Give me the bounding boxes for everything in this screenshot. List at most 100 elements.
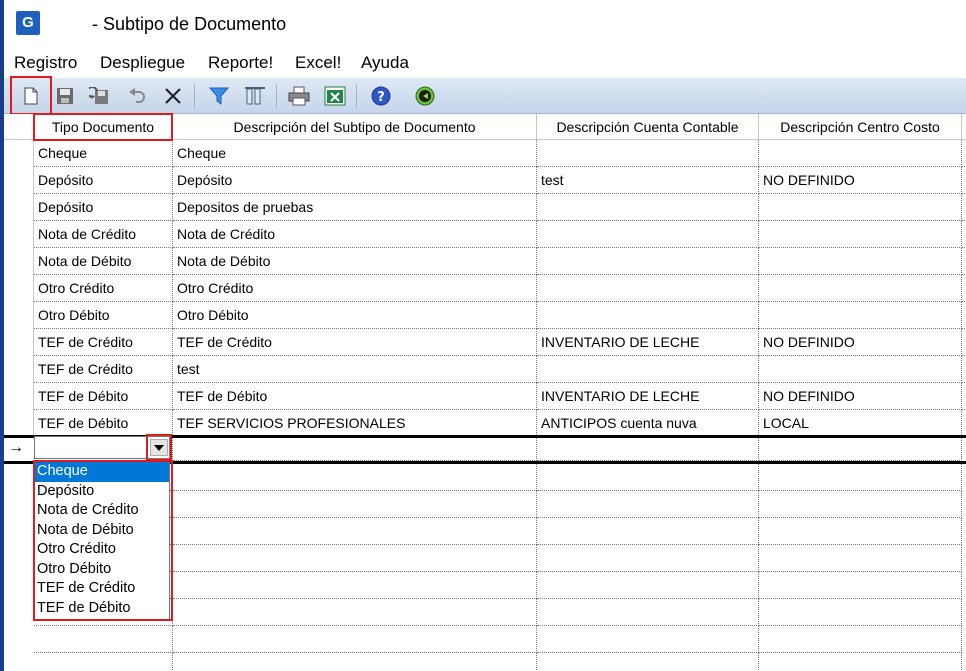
dropdown-option-tef-credito[interactable]: TEF de Crédito [35,579,169,599]
table-cell[interactable]: Depósito [34,167,173,194]
new-document-icon[interactable] [20,85,42,107]
column-header-cuenta-contable[interactable]: Descripción Cuenta Contable [537,114,759,140]
new-row-cell[interactable] [173,438,537,461]
row-selector[interactable] [4,410,34,437]
menu-despliegue[interactable]: Despliegue [100,53,185,73]
table-cell[interactable] [537,275,759,302]
table-cell[interactable] [759,302,962,329]
empty-cell [759,599,962,626]
delete-icon[interactable] [162,85,184,107]
row-selector[interactable] [4,302,34,329]
menu-bar: Registro Despliegue Reporte! Excel! Ayud… [4,48,966,76]
table-cell[interactable]: Nota de Débito [173,248,537,275]
table-cell[interactable] [759,221,962,248]
exit-icon[interactable] [414,85,436,107]
menu-registro[interactable]: Registro [14,53,77,73]
table-cell[interactable]: Nota de Crédito [34,221,173,248]
table-cell[interactable]: Nota de Débito [34,248,173,275]
row-selector[interactable] [4,194,34,221]
table-cell[interactable]: Cheque [34,140,173,167]
table-cell[interactable]: TEF de Débito [34,410,173,437]
print-icon[interactable] [288,85,310,107]
table-cell[interactable] [759,194,962,221]
table-cell[interactable]: Nota de Crédito [173,221,537,248]
table-cell[interactable]: ANTICIPOS cuenta nuva [537,410,759,437]
tipo-documento-dropdown: Cheque Depósito Nota de Crédito Nota de … [34,461,170,621]
dropdown-option-nota-credito[interactable]: Nota de Crédito [35,501,169,521]
table-cell[interactable] [537,302,759,329]
column-header-centro-costo[interactable]: Descripción Centro Costo [759,114,962,140]
table-cell[interactable]: Otro Débito [34,302,173,329]
table-cell[interactable] [537,356,759,383]
table-cell[interactable] [537,194,759,221]
empty-cell [173,545,537,572]
table-cell[interactable]: TEF SERVICIOS PROFESIONALES [173,410,537,437]
dropdown-option-cheque[interactable]: Cheque [35,462,169,482]
row-selector[interactable] [4,248,34,275]
table-cell[interactable] [537,248,759,275]
dropdown-option-otro-debito[interactable]: Otro Débito [35,560,169,580]
table-cell[interactable]: NO DEFINIDO [759,167,962,194]
table-cell[interactable]: Otro Débito [173,302,537,329]
menu-ayuda[interactable]: Ayuda [361,53,409,73]
table-cell[interactable]: test [173,356,537,383]
table-cell[interactable] [759,140,962,167]
menu-excel[interactable]: Excel! [295,53,341,73]
table-cell[interactable] [537,221,759,248]
table-cell[interactable] [759,275,962,302]
row-selector[interactable] [4,329,34,356]
menu-reporte[interactable]: Reporte! [208,53,273,73]
table-cell[interactable]: Depósito [34,194,173,221]
undo-icon[interactable] [126,85,148,107]
columns-icon[interactable] [244,85,266,107]
table-cell[interactable]: Cheque [173,140,537,167]
empty-cell [759,464,962,491]
table-cell[interactable]: TEF de Débito [173,383,537,410]
table-cell[interactable] [759,356,962,383]
table-cell[interactable]: TEF de Débito [34,383,173,410]
empty-cell [759,653,962,671]
new-row-cell[interactable] [537,438,759,461]
table-cell[interactable]: Otro Crédito [173,275,537,302]
table-cell[interactable]: TEF de Crédito [34,356,173,383]
dropdown-option-deposito[interactable]: Depósito [35,482,169,502]
save-icon[interactable] [54,85,76,107]
dropdown-option-nota-debito[interactable]: Nota de Débito [35,521,169,541]
table-cell[interactable]: test [537,167,759,194]
new-row-cell[interactable] [759,438,962,461]
undo-save-icon[interactable] [88,85,110,107]
empty-cell [173,464,537,491]
row-selector[interactable] [4,140,34,167]
tipo-documento-combo[interactable] [34,436,170,459]
row-selector[interactable] [4,167,34,194]
table-cell[interactable] [759,248,962,275]
empty-cell [34,653,173,671]
row-selector[interactable] [4,383,34,410]
empty-cell [537,653,759,671]
column-header-descripcion-subtipo[interactable]: Descripción del Subtipo de Documento [173,114,537,140]
help-icon[interactable]: ? [370,85,392,107]
table-cell[interactable]: NO DEFINIDO [759,329,962,356]
current-row-arrow-icon: → [8,439,24,456]
table-cell[interactable]: Depósito [173,167,537,194]
row-selector[interactable] [4,356,34,383]
row-selector[interactable] [4,221,34,248]
table-cell[interactable]: NO DEFINIDO [759,383,962,410]
empty-cell [173,572,537,599]
filter-icon[interactable] [208,85,230,107]
dropdown-option-otro-credito[interactable]: Otro Crédito [35,540,169,560]
chevron-down-icon[interactable] [150,439,168,456]
excel-icon[interactable] [324,85,346,107]
table-cell[interactable]: Depositos de pruebas [173,194,537,221]
table-cell[interactable]: INVENTARIO DE LECHE [537,383,759,410]
table-cell[interactable]: TEF de Crédito [34,329,173,356]
row-selector[interactable] [4,275,34,302]
column-header-tipo-documento[interactable]: Tipo Documento [34,114,173,140]
table-cell[interactable]: LOCAL [759,410,962,437]
table-cell[interactable]: INVENTARIO DE LECHE [537,329,759,356]
table-cell[interactable]: Otro Crédito [34,275,173,302]
table-cell[interactable]: TEF de Crédito [173,329,537,356]
dropdown-option-tef-debito[interactable]: TEF de Débito [35,599,169,619]
empty-cell [537,491,759,518]
table-cell[interactable] [537,140,759,167]
